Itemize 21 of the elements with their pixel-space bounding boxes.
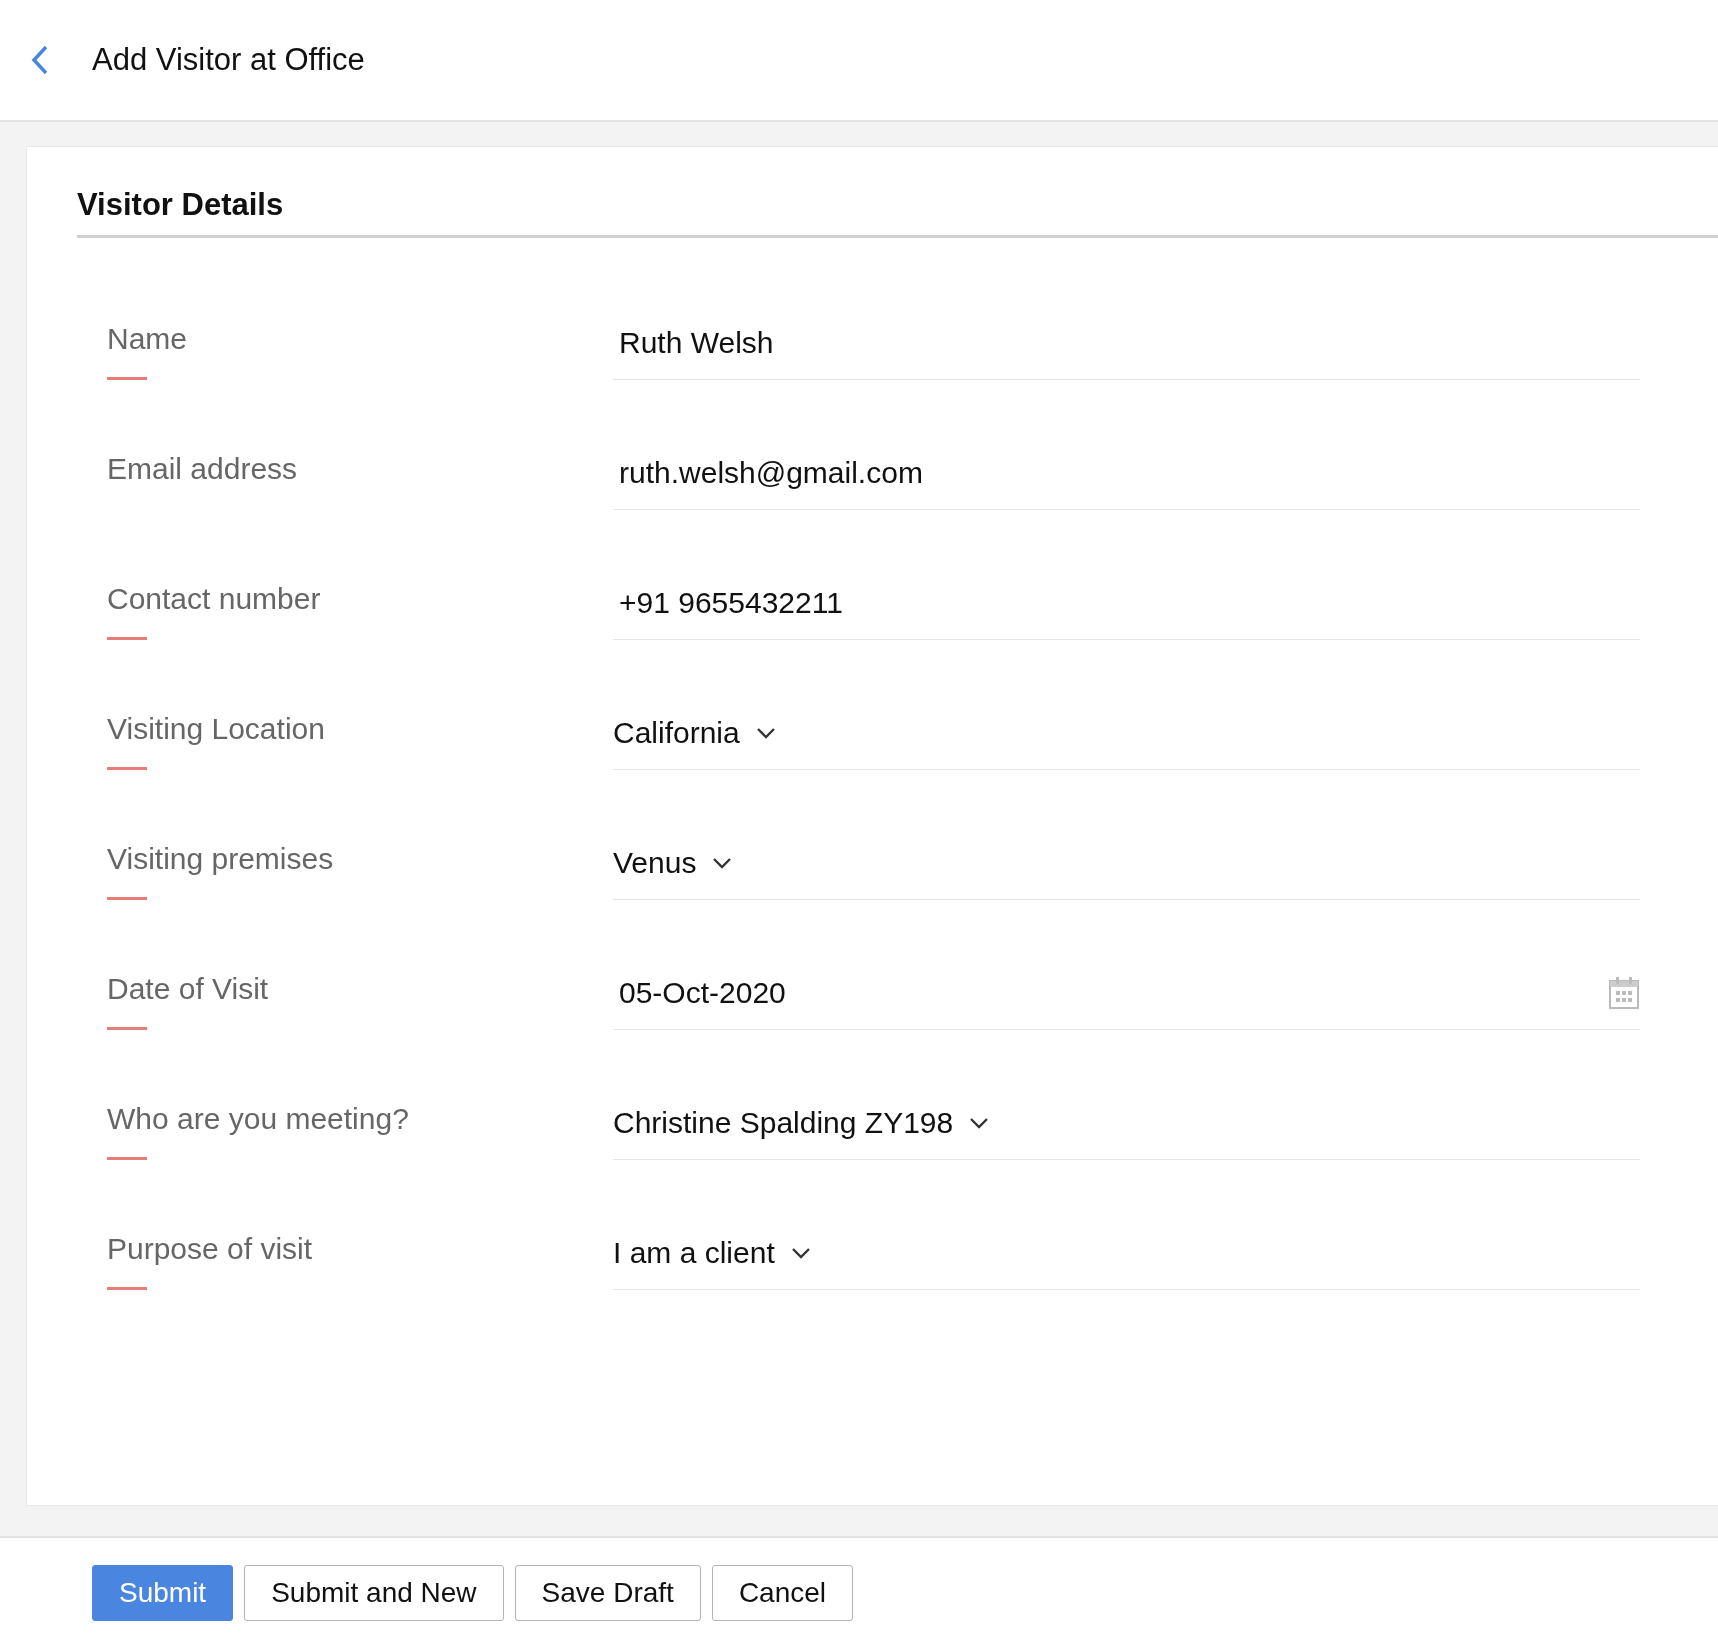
calendar-icon[interactable] [1608,975,1640,1010]
dropdown-field[interactable]: Venus [613,830,1640,900]
page-title: Add Visitor at Office [92,40,365,79]
dropdown-field[interactable]: California [613,700,1640,770]
caret-icon [712,856,733,869]
input-field[interactable]: ruth.welsh@gmail.com [613,440,1640,510]
input-field[interactable]: Ruth Welsh [613,310,1640,380]
caret-icon [969,1116,990,1129]
form-button[interactable]: Save Draft [514,1565,701,1621]
caret-icon [790,1246,811,1259]
form-button[interactable]: Cancel [711,1565,854,1621]
caret-icon [755,726,776,739]
form-button[interactable]: Submit and New [244,1565,504,1621]
submit-button[interactable]: Submit [92,1565,234,1621]
dropdown-field[interactable]: Christine Spalding ZY198 [613,1090,1640,1160]
dropdown-field[interactable]: I am a client [613,1220,1640,1290]
date-field[interactable]: 05-Oct-2020 [613,960,1640,1030]
field-label: Email address [107,451,298,487]
section-heading: Visitor Details [77,185,1718,238]
back-icon[interactable] [30,44,50,76]
input-field[interactable]: +91 9655432211 [613,570,1640,640]
